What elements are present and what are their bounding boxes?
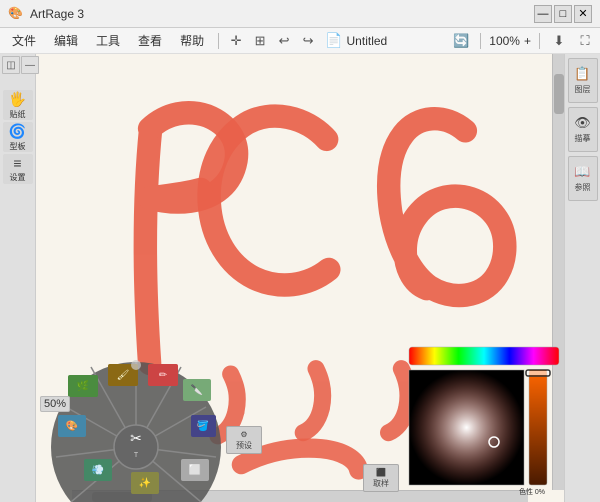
- layers-label: 图层: [575, 84, 591, 95]
- menu-view[interactable]: 查看: [130, 30, 170, 51]
- title-bar-left: 🎨 ArtRage 3: [8, 6, 84, 22]
- sampler-button[interactable]: ⬛ 取样: [363, 464, 399, 492]
- menu-right: 🔄 100% + ⬇ ⛶: [450, 30, 596, 52]
- sampler-label: 取样: [373, 478, 389, 489]
- rotate-tool[interactable]: 🔄: [450, 30, 472, 52]
- menu-tools[interactable]: 工具: [88, 30, 128, 51]
- preset-label: 预设: [236, 440, 252, 451]
- color-picker[interactable]: 色性 0%: [404, 342, 564, 502]
- vertical-scroll-thumb[interactable]: [554, 74, 564, 114]
- reference-tool[interactable]: 📖 参照: [568, 156, 598, 201]
- doc-name: Untitled: [347, 34, 388, 48]
- right-toolbar: 📋 图层 👁 描摹 📖 参照: [564, 54, 600, 502]
- close-button[interactable]: ✕: [574, 5, 592, 23]
- maximize-button[interactable]: □: [554, 5, 572, 23]
- svg-text:T: T: [134, 452, 139, 459]
- menu-separator-2: [480, 33, 481, 49]
- toolbar-grid[interactable]: ⊞: [249, 30, 271, 52]
- export-btn[interactable]: ⬇: [548, 30, 570, 52]
- menu-separator-3: [539, 33, 540, 49]
- fullscreen-btn[interactable]: ⛶: [574, 30, 596, 52]
- sticker-icon: 🖐: [9, 91, 26, 108]
- title-bar: 🎨 ArtRage 3 — □ ✕: [0, 0, 600, 28]
- tracing-label: 描摹: [575, 133, 591, 144]
- mini-btn-1[interactable]: ◫: [2, 56, 20, 74]
- reference-label: 参照: [575, 182, 591, 193]
- menu-bar: 文件 编辑 工具 查看 帮助 ✛ ⊞ ↩ ↪ 📄 Untitled 🔄 100%…: [0, 28, 600, 54]
- menu-file[interactable]: 文件: [4, 30, 44, 51]
- zoom-label: 50%: [40, 396, 70, 412]
- settings-label: 设置: [10, 172, 26, 183]
- toolbar-undo[interactable]: ↩: [273, 30, 295, 52]
- svg-text:💨: 💨: [92, 464, 104, 476]
- app-icon: 🎨: [8, 6, 24, 22]
- svg-text:✂: ✂: [130, 430, 142, 446]
- doc-title-area: 📄 Untitled: [325, 32, 387, 49]
- tracing-tool[interactable]: 👁 描摹: [568, 107, 598, 152]
- template-label: 型板: [10, 141, 26, 152]
- svg-text:🪣: 🪣: [197, 419, 209, 432]
- preset-button[interactable]: ⚙ 预设: [226, 426, 262, 454]
- menu-separator-1: [218, 33, 219, 49]
- doc-icon: 📄: [325, 32, 342, 49]
- layers-icon: 📋: [574, 66, 590, 82]
- preset-icon-box[interactable]: ⚙ 预设: [226, 426, 262, 454]
- main-area: ◫ — 🖐 贴纸 🌀 型板 ≡ 设置: [0, 54, 600, 502]
- toolbar-move[interactable]: ✛: [225, 30, 247, 52]
- left-toolbar: ◫ — 🖐 贴纸 🌀 型板 ≡ 设置: [0, 54, 36, 502]
- mini-btn-2[interactable]: —: [21, 56, 39, 74]
- settings-tool[interactable]: ≡ 设置: [3, 154, 33, 184]
- sampler-icon-box[interactable]: ⬛ 取样: [363, 464, 399, 492]
- svg-text:✏: ✏: [159, 370, 168, 381]
- svg-text:🌿: 🌿: [77, 379, 89, 392]
- svg-text:🖌: 🖌: [117, 369, 130, 381]
- svg-text:🎨: 🎨: [66, 419, 78, 432]
- mini-bar: ◫ —: [0, 54, 41, 76]
- svg-text:🔪: 🔪: [191, 383, 203, 396]
- zoom-display: 100% +: [489, 34, 531, 48]
- sampler-icon: ⬛: [376, 468, 386, 477]
- tracing-icon: 👁: [574, 115, 591, 131]
- sticker-tool[interactable]: 🖐 贴纸: [3, 90, 33, 120]
- zoom-value: 100%: [489, 34, 520, 48]
- svg-text:⬜: ⬜: [189, 463, 201, 476]
- title-bar-controls: — □ ✕: [534, 5, 592, 23]
- menu-help[interactable]: 帮助: [172, 30, 212, 51]
- canvas-area[interactable]: 50%: [36, 54, 564, 502]
- toolbar-redo[interactable]: ↪: [297, 30, 319, 52]
- settings-icon: ≡: [13, 155, 21, 171]
- minimize-button[interactable]: —: [534, 5, 552, 23]
- template-tool[interactable]: 🌀 型板: [3, 122, 33, 152]
- preset-icon: ⚙: [240, 430, 247, 439]
- svg-text:色性 0%: 色性 0%: [519, 487, 545, 496]
- layers-tool[interactable]: 📋 图层: [568, 58, 598, 103]
- sticker-label: 贴纸: [10, 109, 26, 120]
- zoom-plus[interactable]: +: [524, 34, 531, 48]
- template-icon: 🌀: [9, 123, 26, 140]
- svg-text:✨: ✨: [139, 477, 151, 489]
- menu-edit[interactable]: 编辑: [46, 30, 86, 51]
- reference-icon: 📖: [574, 164, 590, 180]
- color-wheel-svg[interactable]: 色性 0%: [404, 342, 564, 502]
- app-title: ArtRage 3: [30, 7, 84, 21]
